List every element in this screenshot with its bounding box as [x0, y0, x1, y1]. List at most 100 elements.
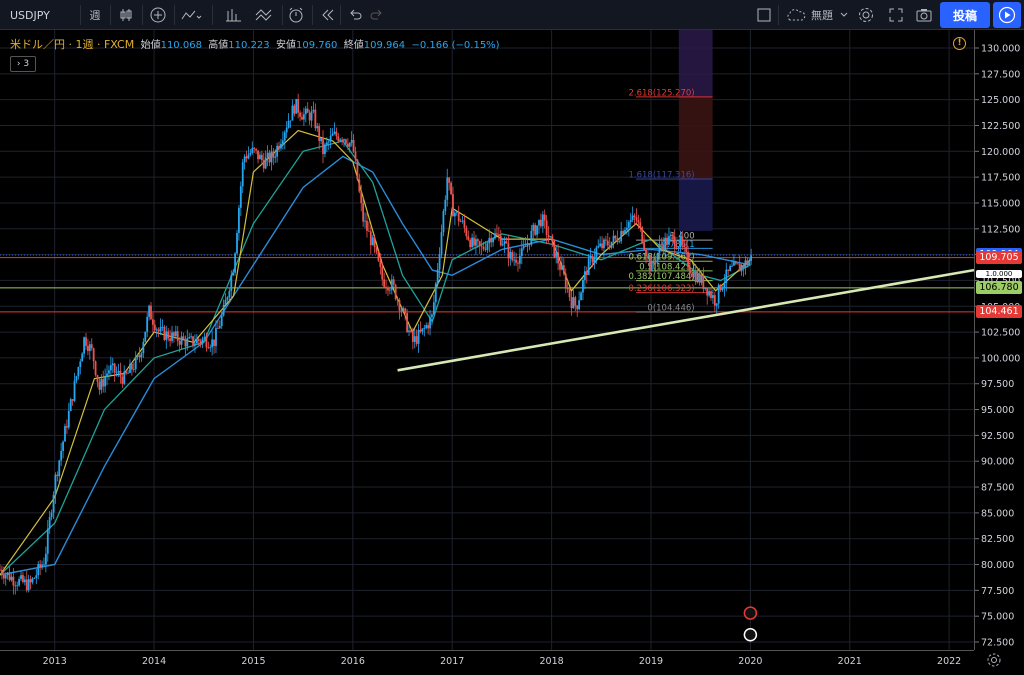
financials-button[interactable] [222, 0, 246, 30]
candle-body [696, 273, 699, 283]
candle-body [352, 140, 355, 152]
replay-icon [322, 9, 334, 21]
candle-body [475, 239, 477, 246]
snapshot-button[interactable] [912, 0, 936, 30]
layout-save-button[interactable]: 無題 [782, 0, 852, 30]
candle-body [492, 238, 495, 243]
candle-body [507, 243, 510, 259]
candle-body [35, 575, 38, 578]
time-axis[interactable]: 2013 2014 2015 2016 2017 2018 2019 2020 2021 2022 [0, 650, 974, 670]
candle-body [593, 256, 596, 263]
price-plot[interactable]: 2.618(125.270)1.618(117.316)1.4000.786(1… [0, 30, 974, 650]
candle-body [463, 220, 466, 228]
publish-button[interactable]: 投稿 [940, 2, 990, 28]
candle-body [723, 282, 726, 288]
candle-body [360, 191, 363, 204]
candle-body [186, 338, 189, 347]
candle-body [446, 177, 449, 200]
candle-body [259, 154, 261, 160]
axis-settings-icon[interactable] [986, 652, 1002, 668]
candle-body [702, 275, 705, 289]
candle-body [455, 211, 458, 213]
candle-body [662, 244, 665, 251]
candle-body [312, 109, 315, 112]
candle-body [31, 578, 34, 583]
candle-body [517, 262, 519, 264]
candle-body [513, 259, 516, 261]
candle-body [518, 255, 521, 264]
fullscreen-button[interactable] [752, 0, 776, 30]
candle-body [494, 233, 496, 239]
candle-body [478, 241, 481, 246]
price-axis[interactable]: 130.000 127.500 125.000 122.500 120.000 117.5… [974, 30, 1024, 650]
candle-body [597, 246, 600, 248]
candle-body [241, 162, 244, 187]
candle-body [33, 577, 36, 579]
candle-body [614, 235, 617, 239]
candle-body [729, 266, 732, 271]
ma-fast-line [0, 129, 751, 576]
compare-button[interactable] [146, 0, 170, 30]
candle-body [148, 305, 150, 317]
candle-body [528, 243, 531, 245]
redo-button[interactable] [366, 0, 388, 30]
top-toolbar: USDJPY 週 無題 投稿 [0, 0, 1024, 30]
candle-body [350, 140, 353, 143]
alert-button[interactable] [284, 0, 308, 30]
candle-body [310, 111, 313, 121]
candle-body [712, 295, 714, 298]
templates-button[interactable] [252, 0, 280, 30]
indicators-button[interactable] [178, 0, 206, 30]
candle-body [677, 247, 680, 249]
candle-body [274, 156, 277, 158]
candle-body [566, 288, 569, 290]
candle-body [643, 242, 646, 250]
candle-body [656, 253, 659, 263]
candle-body [541, 214, 544, 227]
play-button[interactable] [993, 2, 1021, 28]
candle-body [329, 135, 332, 142]
play-icon [998, 6, 1016, 24]
candle-body [664, 237, 667, 251]
candle-body [375, 247, 378, 253]
warning-icon[interactable]: ! [953, 37, 966, 50]
candle-body [578, 300, 581, 310]
indicators-collapse-button[interactable]: › 3 [10, 56, 36, 72]
candle-body [497, 234, 500, 236]
undo-button[interactable] [344, 0, 366, 30]
candle-body [379, 260, 382, 268]
y-tick-label: 77.500 [981, 586, 1014, 597]
candle-body [606, 240, 609, 246]
candle-body [108, 370, 110, 374]
chart-pane[interactable]: 2.618(125.270) 1.618(117.316) 1.400 0.786(1… [0, 30, 974, 650]
candle-body [109, 365, 112, 371]
candle-body [480, 245, 483, 247]
event-earnings-icon [743, 628, 758, 642]
candle-body [129, 363, 131, 373]
y-tick-label: 125.000 [981, 95, 1020, 106]
replay-button[interactable] [316, 0, 340, 30]
candle-body [536, 225, 538, 235]
y-tick-label: 90.000 [981, 457, 1014, 468]
candle-body [301, 116, 303, 120]
candle-body [77, 367, 80, 377]
settings-button[interactable] [854, 0, 878, 30]
y-tick-label: 100.000 [981, 353, 1020, 364]
candle-body [213, 339, 215, 347]
publish-label: 投稿 [952, 8, 977, 23]
candle-body [272, 151, 275, 158]
interval-button[interactable]: 週 [84, 0, 106, 30]
candle-body [452, 194, 454, 217]
candle-body [457, 211, 460, 222]
candle-body [308, 112, 311, 121]
symbol-label: USDJPY [10, 8, 50, 22]
chart-type-button[interactable] [114, 0, 138, 30]
y-tick-label: 117.500 [981, 173, 1020, 184]
maximize-button[interactable] [884, 0, 908, 30]
candle-body [43, 564, 45, 566]
price-axis-label: 109.705 [976, 251, 1022, 265]
symbol-search-button[interactable]: USDJPY [4, 0, 72, 30]
candle-body [438, 254, 441, 270]
candle-body [450, 182, 452, 195]
candle-body [236, 232, 238, 254]
